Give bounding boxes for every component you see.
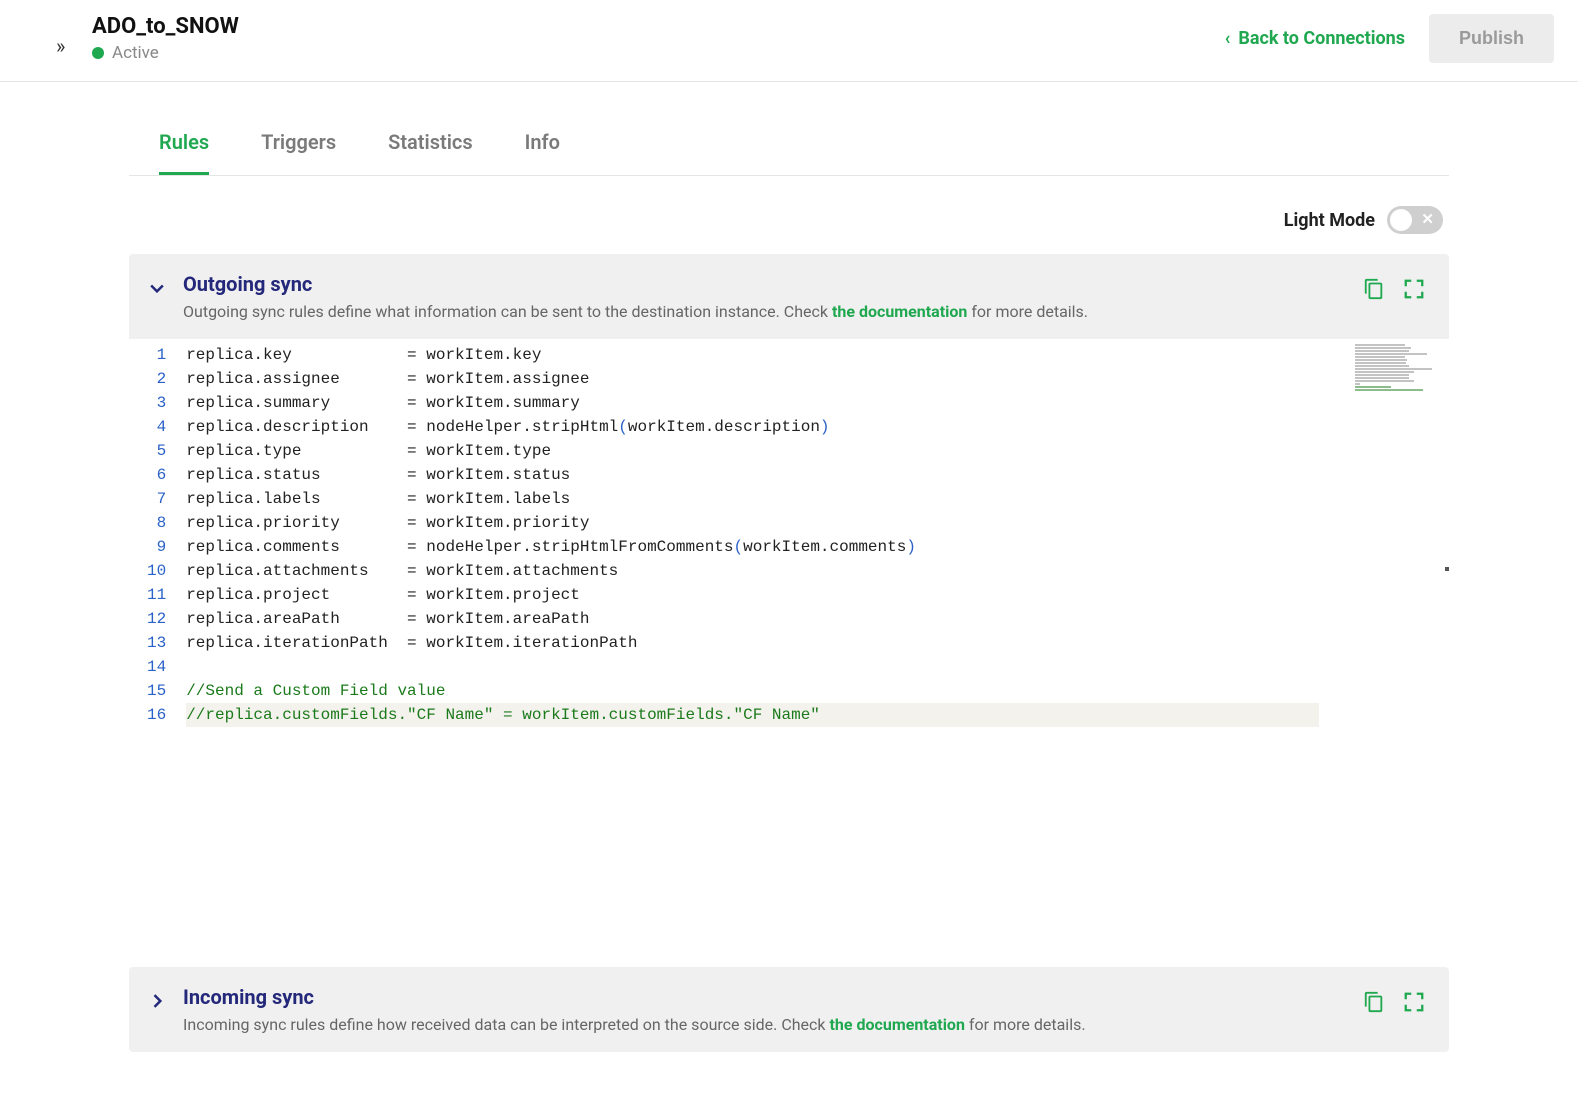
outgoing-collapse-toggle[interactable] [147, 278, 167, 304]
outgoing-code-editor[interactable]: 12345678910111213141516 replica.key = wo… [129, 339, 1449, 939]
light-mode-label: Light Mode [1284, 210, 1375, 231]
minimap[interactable] [1355, 343, 1445, 387]
tab-triggers[interactable]: Triggers [261, 130, 336, 175]
connection-title: ADO_to_SNOW [92, 14, 239, 39]
incoming-expand-toggle[interactable] [147, 991, 167, 1017]
outgoing-panel-header: Outgoing sync Outgoing sync rules define… [129, 254, 1449, 339]
tab-rules[interactable]: Rules [159, 130, 209, 175]
status-row: Active [92, 43, 239, 63]
code-line[interactable]: replica.assignee = workItem.assignee [186, 367, 1439, 391]
outgoing-doc-link[interactable]: the documentation [832, 302, 967, 321]
tab-info[interactable]: Info [525, 130, 560, 175]
incoming-desc-post: for more details. [965, 1015, 1086, 1034]
chevron-left-icon: ‹ [1225, 28, 1231, 49]
top-bar: » ADO_to_SNOW Active ‹ Back to Connectio… [0, 0, 1578, 82]
code-line[interactable]: //Send a Custom Field value [186, 679, 1439, 703]
code-line[interactable]: replica.status = workItem.status [186, 463, 1439, 487]
chevron-down-icon [147, 278, 167, 298]
tab-statistics[interactable]: Statistics [388, 130, 473, 175]
code-line[interactable]: replica.type = workItem.type [186, 439, 1439, 463]
incoming-sync-panel: Incoming sync Incoming sync rules define… [129, 967, 1449, 1052]
fullscreen-button[interactable] [1403, 278, 1425, 304]
incoming-description: Incoming sync rules define how received … [183, 1015, 1347, 1034]
code-line[interactable] [186, 655, 1439, 679]
publish-button[interactable]: Publish [1429, 14, 1554, 63]
toggle-off-icon: ✕ [1421, 210, 1434, 228]
copy-button[interactable] [1363, 991, 1385, 1017]
code-body[interactable]: replica.key = workItem.keyreplica.assign… [176, 339, 1449, 939]
top-actions: ‹ Back to Connections Publish [1225, 14, 1554, 63]
toggle-knob-icon [1390, 209, 1412, 231]
content-area: Rules Triggers Statistics Info Light Mode ✕… [109, 82, 1469, 1052]
incoming-title-block: Incoming sync Incoming sync rules define… [183, 985, 1347, 1034]
outgoing-desc-post: for more details. [967, 302, 1088, 321]
title-block: ADO_to_SNOW Active [92, 14, 239, 63]
code-line[interactable]: replica.comments = nodeHelper.stripHtmlF… [186, 535, 1439, 559]
back-to-connections-link[interactable]: ‹ Back to Connections [1225, 28, 1405, 49]
code-line[interactable]: replica.iterationPath = workItem.iterati… [186, 631, 1439, 655]
fullscreen-icon [1403, 991, 1425, 1013]
fullscreen-button[interactable] [1403, 991, 1425, 1017]
outgoing-title: Outgoing sync [183, 272, 1347, 296]
outgoing-sync-panel: Outgoing sync Outgoing sync rules define… [129, 254, 1449, 939]
incoming-desc-pre: Incoming sync rules define how received … [183, 1015, 830, 1034]
incoming-panel-header: Incoming sync Incoming sync rules define… [129, 967, 1449, 1052]
code-line[interactable]: replica.key = workItem.key [186, 343, 1439, 367]
copy-icon [1363, 278, 1385, 300]
line-gutter: 12345678910111213141516 [129, 339, 176, 939]
incoming-panel-icons [1363, 991, 1425, 1017]
code-line[interactable]: replica.project = workItem.project [186, 583, 1439, 607]
fullscreen-icon [1403, 278, 1425, 300]
code-line[interactable]: replica.priority = workItem.priority [186, 511, 1439, 535]
code-line[interactable]: replica.labels = workItem.labels [186, 487, 1439, 511]
incoming-title: Incoming sync [183, 985, 1347, 1009]
mode-row: Light Mode ✕ [129, 176, 1449, 254]
tabs: Rules Triggers Statistics Info [129, 130, 1449, 176]
copy-icon [1363, 991, 1385, 1013]
back-to-connections-label: Back to Connections [1238, 28, 1405, 49]
status-text: Active [112, 43, 159, 63]
code-line[interactable]: replica.attachments = workItem.attachmen… [186, 559, 1439, 583]
expand-drawer-icon[interactable]: » [56, 34, 65, 58]
status-dot-icon [92, 47, 104, 59]
code-line[interactable]: replica.description = nodeHelper.stripHt… [186, 415, 1439, 439]
light-mode-toggle[interactable]: ✕ [1387, 206, 1443, 234]
scroll-marker [1445, 567, 1449, 571]
code-line[interactable]: replica.areaPath = workItem.areaPath [186, 607, 1439, 631]
code-line[interactable]: //replica.customFields."CF Name" = workI… [186, 703, 1319, 727]
outgoing-desc-pre: Outgoing sync rules define what informat… [183, 302, 832, 321]
chevron-right-icon [147, 991, 167, 1011]
outgoing-title-block: Outgoing sync Outgoing sync rules define… [183, 272, 1347, 321]
code-line[interactable]: replica.summary = workItem.summary [186, 391, 1439, 415]
copy-button[interactable] [1363, 278, 1385, 304]
incoming-doc-link[interactable]: the documentation [830, 1015, 965, 1034]
outgoing-panel-icons [1363, 278, 1425, 304]
outgoing-description: Outgoing sync rules define what informat… [183, 302, 1347, 321]
